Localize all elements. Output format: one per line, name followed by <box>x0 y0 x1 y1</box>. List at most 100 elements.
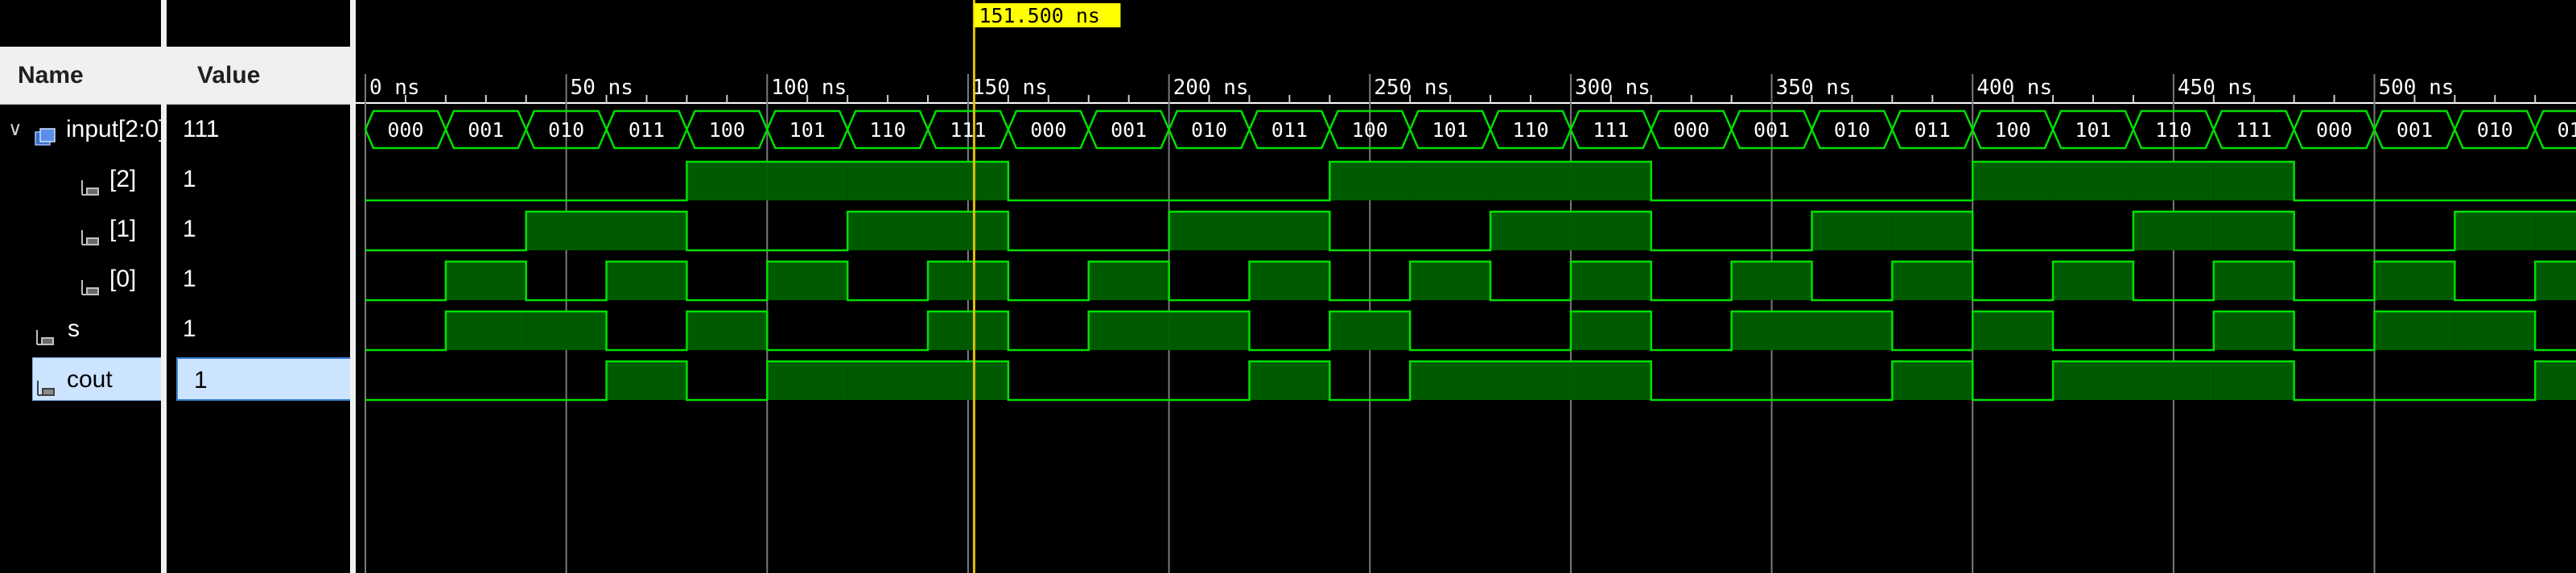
waveform-canvas[interactable]: 0 ns 50 ns 100 ns 150 ns 200 ns 250 ns 300 ns 3… <box>356 0 2576 573</box>
bit-high-fill <box>928 311 1008 350</box>
bus-value-label: 011 <box>1914 118 1951 142</box>
bit-high-fill <box>1811 212 1893 250</box>
signal-value[interactable]: 1 <box>167 258 350 301</box>
bit-high-fill <box>686 162 768 200</box>
signal-name: input[2:0] <box>66 116 161 142</box>
bit-high-fill <box>2213 212 2294 250</box>
bus-value-label: 011 <box>2557 118 2576 142</box>
bus-value-label: 011 <box>1272 118 1308 142</box>
bit-high-fill <box>1731 262 1812 300</box>
signal-row-bit-0[interactable]: [0] <box>0 258 161 301</box>
ruler-tick-label: 50 ns <box>571 76 633 100</box>
bus-value-label: 010 <box>1834 118 1870 142</box>
waveform-viewer[interactable]: 0 ns 50 ns 100 ns 150 ns 200 ns 250 ns 300 ns 3… <box>356 0 2576 573</box>
signal-value[interactable]: 1 <box>167 158 350 201</box>
signal-value[interactable]: 1 <box>167 307 350 351</box>
bit-high-fill <box>1410 361 1491 400</box>
bit-high-fill <box>2053 361 2133 400</box>
bit-high-fill <box>767 162 848 200</box>
bit-high-fill <box>1570 162 1651 200</box>
bit-high-fill <box>2535 361 2576 400</box>
bit-high-fill <box>847 212 929 250</box>
signal-row-bit-1[interactable]: [1] <box>0 208 161 251</box>
collapse-chevron-icon[interactable]: ∨ <box>8 108 23 151</box>
bit-signal-icon <box>79 269 103 295</box>
signal-name: cout <box>67 366 113 393</box>
signal-name: s <box>68 315 80 342</box>
bit-high-fill <box>847 361 929 400</box>
bit-high-fill <box>1811 311 1893 350</box>
bit-high-fill <box>928 361 1008 400</box>
bus-value-label: 000 <box>387 118 423 142</box>
bit-high-fill <box>2454 212 2536 250</box>
bit-high-fill <box>2374 311 2455 350</box>
bit-high-fill <box>1088 262 1169 300</box>
bit-high-fill <box>606 262 687 300</box>
bus-value-label: 101 <box>789 118 826 142</box>
bus-value-label: 100 <box>1352 118 1388 142</box>
bit-high-fill <box>1570 262 1651 300</box>
bit-high-fill <box>1892 212 1973 250</box>
bit-high-fill <box>1892 361 1973 400</box>
bit-high-fill <box>686 311 768 350</box>
bit-high-fill <box>1168 212 1250 250</box>
value-column-header[interactable]: Value <box>167 47 350 105</box>
bit-high-fill <box>1410 262 1491 300</box>
name-value-splitter[interactable] <box>161 0 167 573</box>
signal-value-selected[interactable]: 1 <box>176 357 360 401</box>
names-panel: Name ∨ input[2:0] [2] [1] [0] s cout <box>0 0 193 573</box>
bus-value-label: 010 <box>2477 118 2513 142</box>
bit-high-fill <box>2213 162 2294 200</box>
values-panel: Value 111 1 1 1 1 1 <box>167 0 360 573</box>
bit-high-fill <box>928 162 1008 200</box>
bit-high-fill <box>1972 311 2054 350</box>
bus-value-label: 001 <box>1111 118 1147 142</box>
bit-high-fill <box>2133 361 2214 400</box>
bus-value-label: 000 <box>1673 118 1709 142</box>
bit-high-fill <box>1088 311 1169 350</box>
bit-high-fill <box>847 162 929 200</box>
bus-value-label: 111 <box>2236 118 2272 142</box>
bit-high-fill <box>526 212 607 250</box>
bit-high-fill <box>2053 262 2133 300</box>
bit-high-fill <box>2535 212 2576 250</box>
bit-high-fill <box>1731 311 1812 350</box>
bus-value-label: 010 <box>548 118 584 142</box>
bus-value-label: 100 <box>1995 118 2031 142</box>
signal-row-s[interactable]: s <box>0 307 161 351</box>
signal-value[interactable]: 1 <box>167 208 350 251</box>
bit-high-fill <box>1249 262 1330 300</box>
bit-high-fill <box>2213 262 2294 300</box>
name-column-header[interactable]: Name <box>0 47 161 105</box>
signal-value[interactable]: 111 <box>167 108 350 151</box>
ruler-tick-label: 300 ns <box>1575 76 1651 100</box>
bit-high-fill <box>2213 361 2294 400</box>
bit-high-fill <box>1249 361 1330 400</box>
bit-high-fill <box>767 262 848 300</box>
bit-high-fill <box>1490 361 1571 400</box>
bus-value-label: 111 <box>1593 118 1629 142</box>
bit-high-fill <box>1168 311 1250 350</box>
bus-value-label: 110 <box>2155 118 2191 142</box>
ruler-tick-label: 0 ns <box>369 76 420 100</box>
bit-high-fill <box>767 361 848 400</box>
bit-high-fill <box>606 212 687 250</box>
bus-value-label: 000 <box>2316 118 2352 142</box>
signal-row-input-bus[interactable]: ∨ input[2:0] <box>0 108 161 151</box>
bus-value-label: 011 <box>629 118 665 142</box>
bit-high-fill <box>1490 212 1571 250</box>
bit-high-fill <box>606 361 687 400</box>
bit-high-fill <box>2535 262 2576 300</box>
bit-high-fill <box>445 311 526 350</box>
value-wave-splitter[interactable] <box>350 0 356 573</box>
ruler-tick-label: 450 ns <box>2178 76 2253 100</box>
ruler-tick-label: 350 ns <box>1776 76 1852 100</box>
bit-high-fill <box>1972 162 2054 200</box>
bit-signal-icon <box>79 219 103 245</box>
bit-high-fill <box>2133 212 2214 250</box>
bus-value-label: 110 <box>870 118 906 142</box>
bus-value-label: 101 <box>2075 118 2111 142</box>
signal-row-bit-2[interactable]: [2] <box>0 158 161 201</box>
bus-value-label: 111 <box>950 118 986 142</box>
ruler-tick-label: 500 ns <box>2379 76 2454 100</box>
